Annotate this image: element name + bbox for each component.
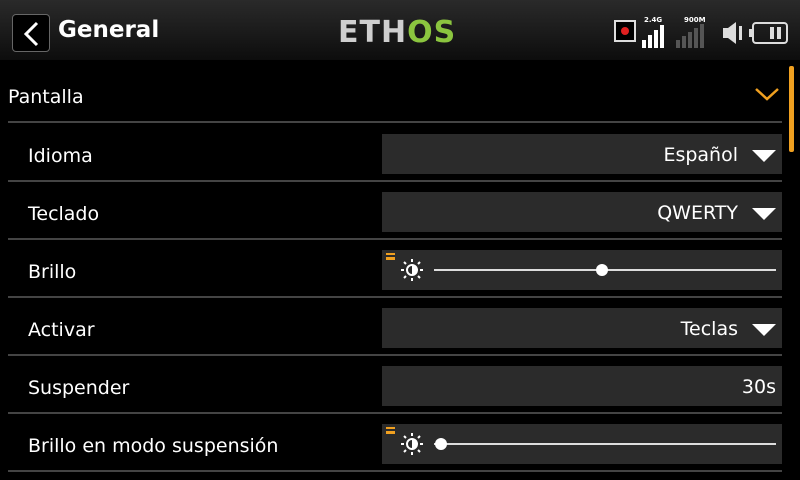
slider-knob[interactable] [595,264,608,276]
battery-icon [749,22,788,44]
back-button[interactable] [12,14,50,52]
dropdown-value: Teclas [680,318,738,340]
keyboard-dropdown[interactable]: QWERTY [382,192,782,232]
row-label: Brillo [28,261,77,283]
row-idioma: Idioma Español [8,124,782,182]
row-brillo-suspension: Brillo en modo suspensión [8,414,782,472]
brightness-icon [401,259,423,281]
chevron-left-icon [23,21,39,47]
brightness-icon [401,433,423,455]
menu-icon[interactable] [386,253,395,260]
slider-track[interactable] [434,264,776,276]
field-value: 30s [741,376,776,398]
row-label: Idioma [28,145,93,167]
menu-icon[interactable] [386,427,395,434]
signal-2-4g-icon: 2.4G [642,16,670,48]
brightness-slider[interactable] [382,250,782,290]
slider-knob[interactable] [434,438,447,450]
section-title: Pantalla [8,86,84,108]
status-bar: 2.4G 900M [614,14,788,48]
dropdown-value: Español [663,144,738,166]
dropdown-arrow-icon [752,150,776,162]
language-dropdown[interactable]: Español [382,134,782,174]
dropdown-arrow-icon [752,324,776,336]
record-icon[interactable] [614,20,636,42]
row-teclado: Teclado QWERTY [8,182,782,240]
row-activar: Activar Teclas [8,298,782,356]
row-brillo: Brillo [8,240,782,298]
page-title: General [58,17,160,43]
row-label: Teclado [28,203,100,225]
row-suspender: Suspender 30s [8,356,782,414]
row-label: Activar [28,319,95,341]
activate-dropdown[interactable]: Teclas [382,308,782,348]
section-pantalla[interactable]: Pantalla [8,68,782,123]
sleep-brightness-slider[interactable] [382,424,782,464]
ethos-logo: ETH OS [338,14,457,50]
dropdown-value: QWERTY [657,202,738,224]
slider-track[interactable] [434,438,776,450]
row-label: Brillo en modo suspensión [28,435,279,457]
scrollbar[interactable] [789,66,794,152]
dropdown-arrow-icon [752,208,776,220]
speaker-icon[interactable] [722,18,746,48]
row-label: Suspender [28,377,130,399]
signal-900m-icon: 900M [676,16,716,48]
top-bar: General ETH OS 2.4G 900M [0,0,800,60]
chevron-down-icon[interactable] [754,86,780,102]
suspend-time-field[interactable]: 30s [382,366,782,406]
